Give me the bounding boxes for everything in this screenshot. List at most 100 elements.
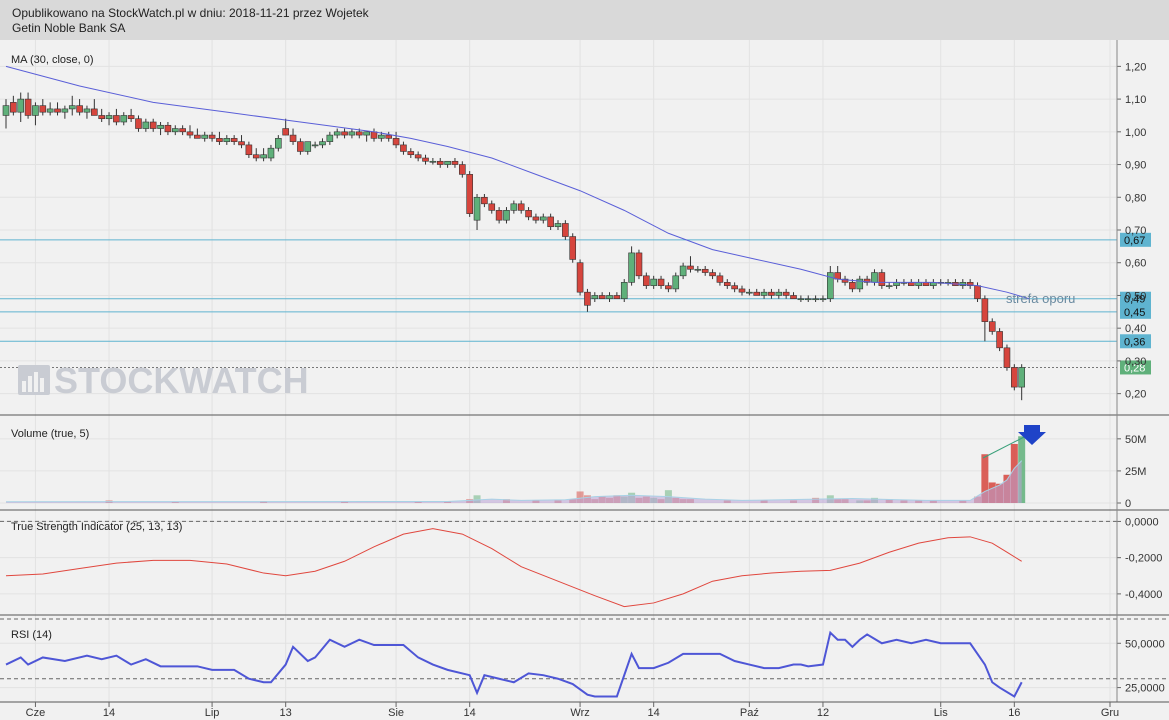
y-tick-label: 0,80 bbox=[1125, 192, 1146, 204]
candle-body bbox=[76, 105, 83, 113]
candle-body bbox=[201, 134, 209, 139]
rsi-panel-title: RSI (14) bbox=[11, 629, 52, 641]
candle-body bbox=[186, 131, 194, 136]
y-tick-label: 25M bbox=[1125, 466, 1146, 478]
candle-body bbox=[252, 154, 260, 159]
x-tick-label: Lip bbox=[205, 707, 220, 719]
price-panel-title: MA (30, close, 0) bbox=[11, 54, 94, 66]
candle-body bbox=[606, 295, 613, 300]
y-tick-label: 50,0000 bbox=[1125, 638, 1165, 650]
y-tick-label: 0,50 bbox=[1125, 290, 1146, 302]
candle-body bbox=[775, 291, 783, 296]
level-price-label: 0,36 bbox=[1124, 336, 1145, 348]
candle-body bbox=[738, 288, 746, 293]
chart-canvas: 0,670,490,450,360,28 STOCKWATCH strefa o… bbox=[0, 40, 1169, 720]
candle-body bbox=[517, 203, 525, 211]
candle-body bbox=[591, 295, 599, 300]
candle-body bbox=[444, 160, 451, 165]
x-tick-label: Paź bbox=[740, 707, 759, 719]
candle-body bbox=[319, 141, 326, 146]
candle-body bbox=[760, 291, 768, 296]
candle-body bbox=[98, 115, 105, 120]
candle-body bbox=[83, 108, 91, 113]
candle-body bbox=[643, 275, 650, 286]
candle-body bbox=[414, 154, 422, 159]
x-tick-label: 14 bbox=[464, 707, 476, 719]
candle-body bbox=[466, 174, 473, 214]
y-tick-label: 0,90 bbox=[1125, 160, 1146, 172]
candle-body bbox=[392, 138, 400, 146]
candle-body bbox=[981, 298, 989, 322]
candle-body bbox=[598, 295, 606, 300]
watermark-text: STOCKWATCH bbox=[54, 360, 309, 401]
candle-body bbox=[481, 196, 488, 205]
candle-body bbox=[988, 321, 996, 332]
candle-body bbox=[790, 295, 797, 300]
x-tick-label: 16 bbox=[1008, 707, 1020, 719]
candle-body bbox=[871, 272, 878, 283]
candle-body bbox=[554, 223, 562, 228]
candle-body bbox=[488, 203, 496, 211]
candle-body bbox=[584, 291, 591, 306]
candle-body bbox=[665, 285, 672, 290]
candle-body bbox=[245, 144, 253, 156]
candle-body bbox=[113, 115, 120, 123]
candle-body bbox=[885, 285, 893, 287]
candle-body bbox=[370, 131, 378, 139]
candle-body bbox=[282, 128, 289, 136]
candle-body bbox=[267, 147, 275, 159]
candle-body bbox=[576, 262, 584, 293]
candle-body bbox=[348, 131, 356, 136]
candle-body bbox=[473, 196, 481, 221]
x-tick-label: Gru bbox=[1101, 707, 1119, 719]
candle-body bbox=[260, 154, 267, 159]
candle-body bbox=[326, 134, 334, 142]
candle-body bbox=[694, 268, 702, 271]
candle-body bbox=[701, 268, 709, 273]
candle-body bbox=[819, 298, 827, 301]
candle-body bbox=[2, 105, 10, 116]
candle-body bbox=[495, 210, 503, 221]
y-tick-label: 0,60 bbox=[1125, 258, 1146, 270]
candle-body bbox=[61, 108, 69, 113]
y-tick-label: 0,0000 bbox=[1125, 516, 1159, 528]
x-tick-label: Sie bbox=[388, 707, 404, 719]
candle-body bbox=[164, 124, 172, 133]
candle-body bbox=[378, 134, 385, 139]
candle-body bbox=[709, 272, 716, 277]
instrument-name: Getin Noble Bank SA bbox=[12, 21, 126, 35]
candle-body bbox=[120, 115, 128, 123]
candle-body bbox=[385, 134, 393, 139]
candle-body bbox=[723, 282, 731, 286]
candle-body bbox=[657, 278, 665, 286]
y-tick-label: 1,20 bbox=[1125, 61, 1146, 73]
candle-body bbox=[539, 216, 547, 221]
x-tick-label: Cze bbox=[26, 707, 46, 719]
candle-body bbox=[275, 138, 282, 149]
x-tick-label: 14 bbox=[103, 707, 115, 719]
resistance-zone-label: strefa oporu bbox=[1006, 291, 1075, 306]
candle-body bbox=[620, 282, 628, 300]
candle-body bbox=[135, 118, 142, 129]
volume-panel-title: Volume (true, 5) bbox=[11, 428, 89, 440]
published-info: Opublikowano na StockWatch.pl w dniu: 20… bbox=[12, 6, 369, 20]
x-tick-label: 12 bbox=[817, 707, 829, 719]
candle-body bbox=[716, 275, 724, 283]
candle-body bbox=[768, 291, 775, 296]
x-tick-label: Wrz bbox=[570, 707, 589, 719]
y-tick-label: 0,40 bbox=[1125, 323, 1146, 335]
candle-body bbox=[878, 272, 886, 286]
candle-body bbox=[17, 98, 25, 113]
level-price-label: 0,45 bbox=[1124, 307, 1145, 319]
candle-body bbox=[297, 141, 304, 152]
candle-body bbox=[289, 134, 297, 142]
candle-body bbox=[54, 108, 61, 113]
x-tick-label: Lis bbox=[934, 707, 949, 719]
candle-body bbox=[127, 115, 135, 120]
candle-body bbox=[996, 331, 1003, 349]
candle-body bbox=[149, 121, 157, 129]
candle-body bbox=[39, 105, 47, 113]
y-tick-label: 0,20 bbox=[1125, 389, 1146, 401]
candle-body bbox=[46, 108, 54, 113]
candle-body bbox=[613, 295, 621, 300]
